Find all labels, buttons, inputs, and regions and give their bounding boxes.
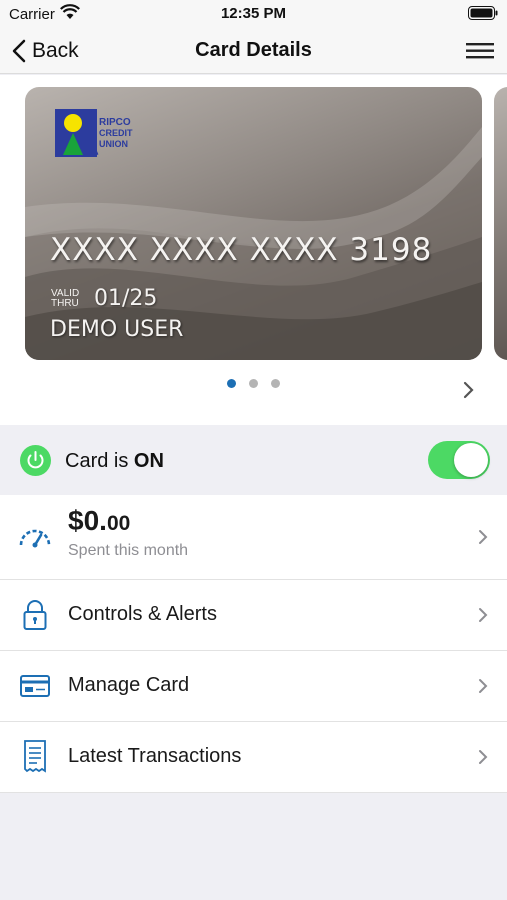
card-status-text: Card is ON xyxy=(65,450,164,472)
status-bar: Carrier 12:35 PM xyxy=(0,0,507,28)
svg-text:CREDIT: CREDIT xyxy=(99,128,133,138)
page-dot-1[interactable] xyxy=(227,379,236,388)
valid-thru-label: VALID THRU xyxy=(51,288,80,309)
card-icon xyxy=(20,675,50,697)
chevron-right-icon xyxy=(479,679,488,693)
spent-caption: Spent this month xyxy=(68,542,189,559)
svg-text:RIPCO: RIPCO xyxy=(99,117,131,128)
next-card-preview[interactable] xyxy=(494,87,507,360)
navigation-bar: Back Card Details xyxy=(0,28,507,74)
chevron-right-icon xyxy=(479,530,488,544)
menu-item-label: Controls & Alerts xyxy=(68,603,217,625)
card-expiry: 01/25 xyxy=(94,286,158,311)
lock-icon xyxy=(23,600,47,630)
chevron-right-icon xyxy=(479,750,488,764)
card-status-row: Card is ON xyxy=(0,426,507,494)
chevron-right-icon[interactable] xyxy=(463,381,475,399)
battery-icon xyxy=(468,6,498,20)
hamburger-menu-icon[interactable] xyxy=(465,41,495,61)
page-indicator xyxy=(0,379,507,388)
latest-transactions-row[interactable]: Latest Transactions xyxy=(0,722,507,793)
spent-amount: $0.00 xyxy=(68,505,131,536)
power-icon xyxy=(20,445,51,476)
card-number: XXXX XXXX XXXX 3198 xyxy=(50,232,433,268)
page-dot-3[interactable] xyxy=(271,379,280,388)
card-status-value: ON xyxy=(133,450,164,472)
menu-item-label: Latest Transactions xyxy=(68,745,242,767)
page-title: Card Details xyxy=(195,39,312,61)
ripco-logo: RIPCO CREDIT UNION xyxy=(55,109,133,157)
chevron-right-icon xyxy=(479,608,488,622)
debit-card[interactable]: RIPCO CREDIT UNION XXXX XXXX XXXX 3198 V… xyxy=(25,87,482,360)
spending-row[interactable]: $0.00 Spent this month xyxy=(0,495,507,580)
controls-alerts-row[interactable]: Controls & Alerts xyxy=(0,580,507,651)
page-dot-2[interactable] xyxy=(249,379,258,388)
manage-card-row[interactable]: Manage Card xyxy=(0,651,507,722)
menu-item-label: Manage Card xyxy=(68,674,190,696)
speedometer-icon xyxy=(19,529,51,548)
card-carousel[interactable]: RIPCO CREDIT UNION XXXX XXXX XXXX 3198 V… xyxy=(0,75,507,425)
card-holder-name: DEMO USER xyxy=(50,317,184,342)
svg-text:UNION: UNION xyxy=(99,139,128,149)
toggle-knob xyxy=(454,443,488,477)
receipt-icon xyxy=(24,740,46,773)
clock: 12:35 PM xyxy=(220,5,287,22)
card-on-toggle[interactable] xyxy=(428,441,490,479)
